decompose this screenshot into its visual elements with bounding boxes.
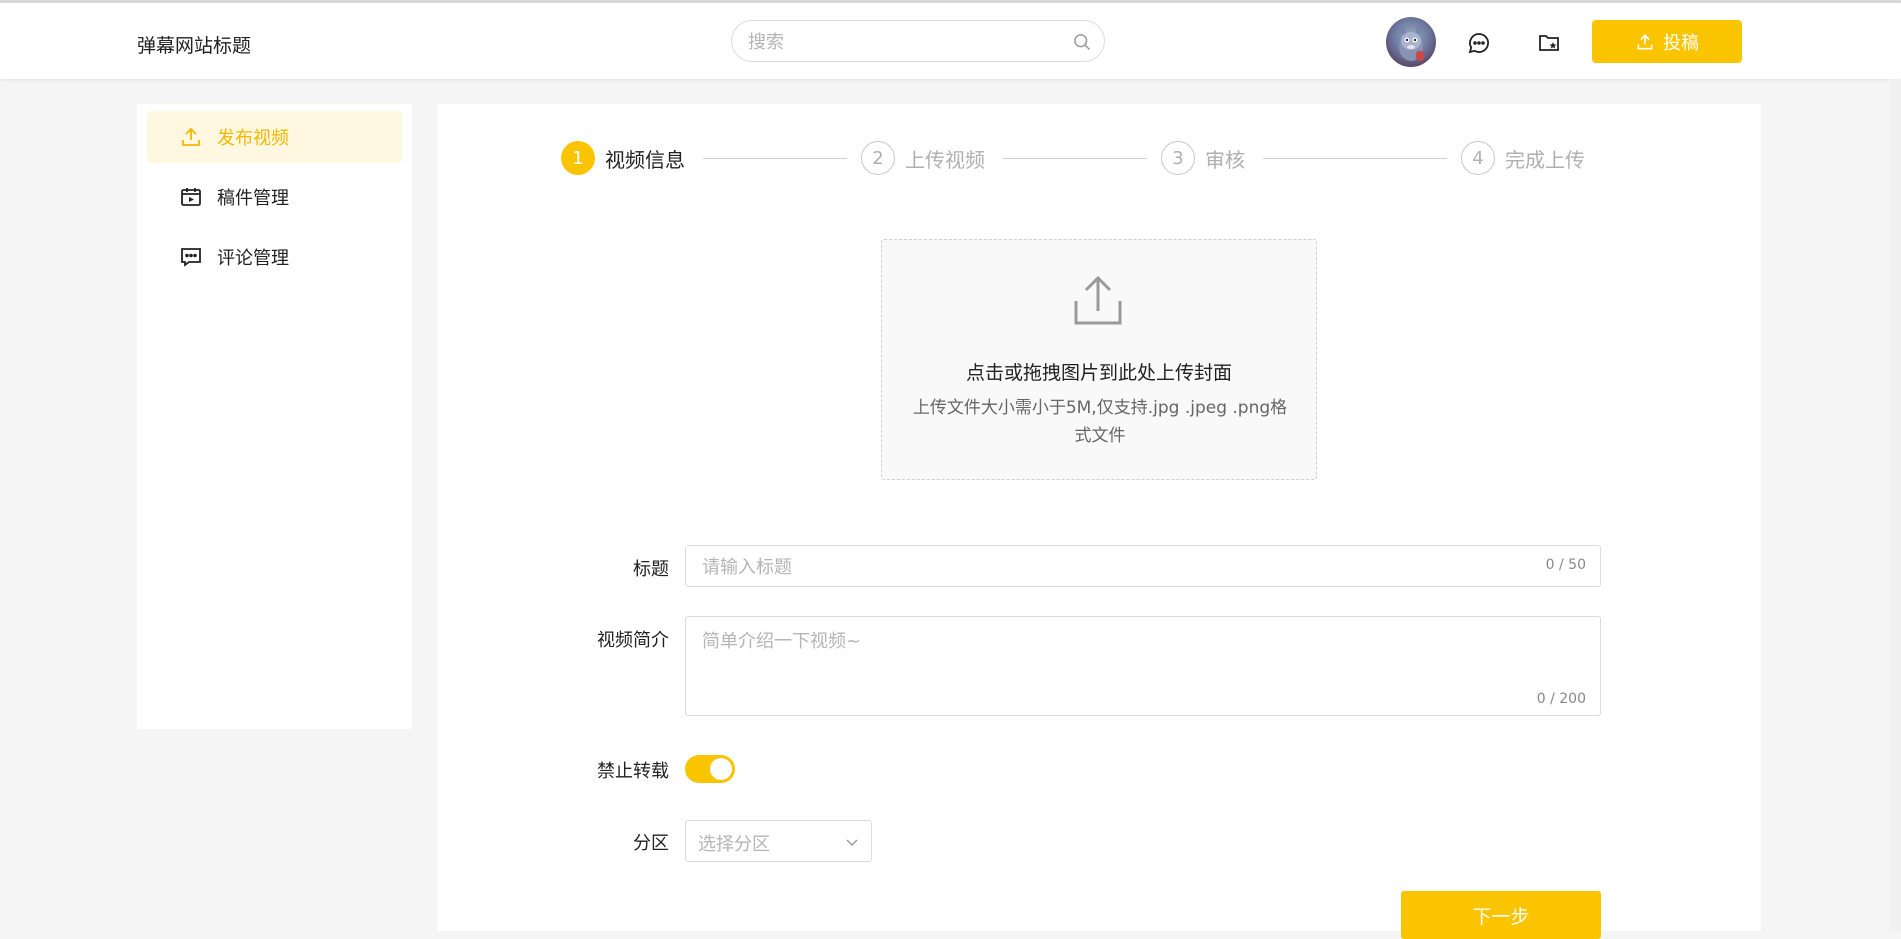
- sidebar: 发布视频 稿件管理 评论管理: [137, 104, 412, 729]
- intro-field[interactable]: 0 / 200: [685, 616, 1601, 716]
- intro-char-counter: 0 / 200: [1536, 691, 1586, 707]
- step-label: 视频信息: [605, 147, 685, 172]
- step-number: 1: [561, 141, 595, 175]
- step-label: 审核: [1205, 147, 1245, 172]
- step-number: 2: [861, 141, 895, 175]
- title-char-counter: 0 / 50: [1545, 557, 1586, 573]
- sidebar-item-comment-manage[interactable]: 评论管理: [147, 231, 402, 283]
- search-input[interactable]: [746, 21, 1050, 63]
- cover-upload-title: 点击或拖拽图片到此处上传封面: [965, 362, 1232, 384]
- avatar-image: [1399, 25, 1424, 61]
- no-repost-label: 禁止转载: [597, 761, 669, 782]
- sidebar-item-manuscript-manage[interactable]: 稿件管理: [147, 171, 402, 223]
- upload-icon: [1074, 275, 1122, 325]
- step-number: 4: [1461, 141, 1495, 175]
- search-icon[interactable]: [1072, 32, 1092, 52]
- title-label: 标题: [633, 559, 669, 580]
- page-scrollbar[interactable]: [1890, 79, 1901, 931]
- message-icon[interactable]: [1467, 31, 1491, 55]
- step-number: 3: [1161, 141, 1195, 175]
- step-label: 上传视频: [905, 147, 985, 172]
- top-header: 弹幕网站标题 搜索 投稿: [0, 3, 1901, 79]
- step-upload-video: 2 上传视频: [861, 141, 985, 175]
- cover-upload-dropzone[interactable]: 点击或拖拽图片到此处上传封面 上传文件大小需小于5M,仅支持.jpg .jpeg…: [881, 239, 1317, 480]
- step-video-info: 1 视频信息: [561, 141, 685, 175]
- category-select[interactable]: 选择分区: [685, 820, 872, 862]
- step-connector: [1263, 158, 1447, 159]
- toggle-knob: [710, 758, 732, 780]
- search-bar[interactable]: [731, 20, 1105, 63]
- sidebar-item-label: 稿件管理: [217, 188, 289, 209]
- favorites-folder-icon[interactable]: [1537, 31, 1561, 55]
- intro-label: 视频简介: [597, 630, 669, 651]
- cover-upload-hint: 上传文件大小需小于5M,仅支持.jpg .jpeg .png格式文件: [912, 398, 1288, 446]
- next-step-button[interactable]: 下一步: [1401, 891, 1601, 939]
- category-label: 分区: [633, 833, 669, 854]
- publish-panel: 1 视频信息 2 上传视频 3 审核 4 完成上传 点击或拖拽图片到此处上传封面…: [437, 104, 1761, 939]
- comment-icon: [181, 248, 201, 267]
- no-repost-toggle[interactable]: [685, 755, 735, 783]
- step-connector: [703, 158, 847, 159]
- title-field[interactable]: 0 / 50: [685, 545, 1601, 588]
- chevron-down-icon: [846, 839, 858, 847]
- step-label: 完成上传: [1505, 147, 1585, 172]
- avatar[interactable]: [1386, 17, 1436, 67]
- header-upload-button[interactable]: 投稿: [1592, 20, 1742, 63]
- video-manage-icon: [181, 188, 201, 206]
- header-upload-label: 投稿: [1663, 32, 1699, 54]
- upload-icon: [1637, 33, 1653, 49]
- step-connector: [1003, 158, 1147, 159]
- upload-icon: [182, 127, 200, 146]
- title-input[interactable]: [700, 546, 1524, 588]
- intro-textarea[interactable]: [700, 625, 1584, 689]
- step-review: 3 审核: [1161, 141, 1245, 175]
- sidebar-item-publish-video[interactable]: 发布视频: [147, 111, 402, 163]
- step-complete-upload: 4 完成上传: [1461, 141, 1585, 175]
- site-title[interactable]: 弹幕网站标题: [137, 31, 251, 58]
- sidebar-item-label: 评论管理: [217, 248, 289, 269]
- category-placeholder: 选择分区: [698, 834, 770, 855]
- sidebar-item-label: 发布视频: [217, 128, 289, 149]
